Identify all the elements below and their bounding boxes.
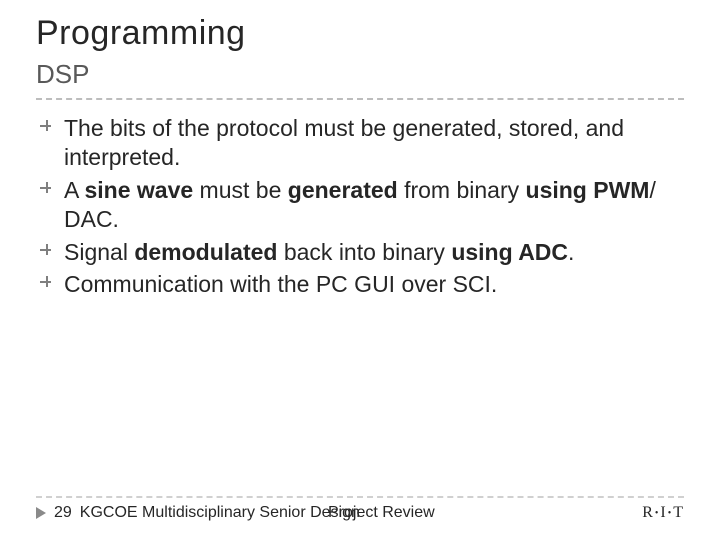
divider-top (36, 98, 684, 100)
footer-center-text: Project Review (328, 504, 435, 522)
bullet-item: A sine wave must be generated from binar… (64, 176, 684, 235)
footer-right-logo: R•I•T (642, 504, 684, 522)
divider-footer (36, 496, 684, 498)
slide: Programming DSP The bits of the protocol… (0, 0, 720, 540)
slide-title: Programming (36, 14, 684, 53)
footer-left-text: KGCOE Multidisciplinary Senior Design (80, 504, 360, 522)
bullet-item: Signal demodulated back into binary usin… (64, 238, 684, 267)
bullet-item: The bits of the protocol must be generat… (64, 114, 684, 173)
footer: 29 KGCOE Multidisciplinary Senior Design… (0, 496, 720, 522)
page-number: 29 (54, 504, 72, 522)
bullet-item: Communication with the PC GUI over SCI. (64, 270, 684, 299)
slide-subtitle: DSP (36, 59, 684, 90)
bullet-list: The bits of the protocol must be generat… (36, 114, 684, 300)
footer-row: 29 KGCOE Multidisciplinary Senior Design… (36, 504, 684, 522)
triangle-icon (36, 507, 46, 519)
